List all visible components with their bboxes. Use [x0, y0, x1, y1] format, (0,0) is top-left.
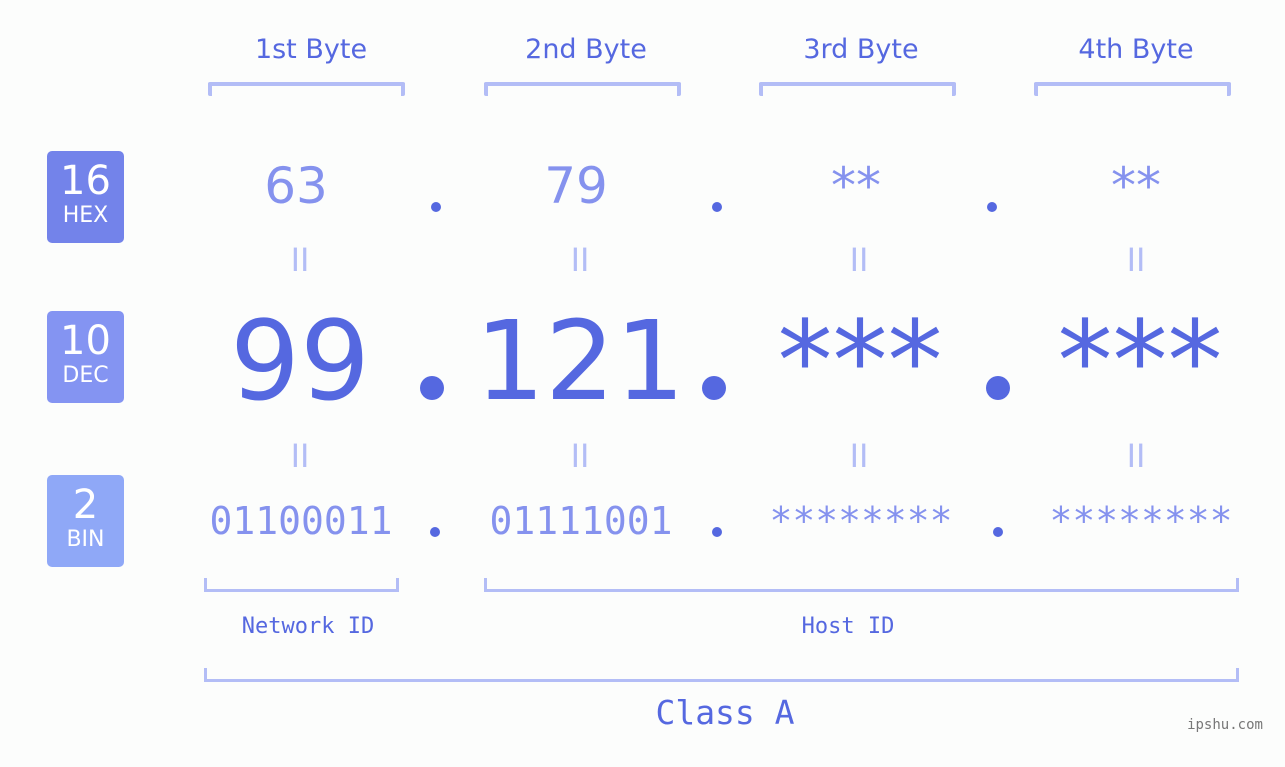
byte-header-4: 4th Byte — [1078, 34, 1194, 65]
dec-separator-dot — [986, 376, 1010, 400]
class-bracket — [204, 668, 1239, 682]
byte-bracket-4 — [1034, 82, 1231, 96]
hex-badge-number: 16 — [60, 158, 111, 204]
equals-icon: II — [570, 241, 590, 279]
byte-header-3: 3rd Byte — [803, 34, 919, 65]
hex-separator-dot — [712, 202, 722, 212]
bin-badge-label: BIN — [66, 527, 105, 552]
dec-byte-2: 121 — [475, 297, 685, 425]
hex-byte-3: ** — [831, 157, 881, 215]
bin-byte-4: ******** — [1049, 499, 1233, 543]
hex-byte-2: 79 — [544, 157, 608, 215]
equals-icon: II — [849, 241, 869, 279]
dec-byte-1: 99 — [230, 297, 370, 425]
bin-byte-1: 01100011 — [209, 499, 393, 543]
host-id-bracket — [484, 578, 1239, 592]
bin-byte-2: 01111001 — [489, 499, 673, 543]
equals-icon: II — [1126, 437, 1146, 475]
dec-byte-4: *** — [1057, 297, 1223, 425]
byte-bracket-1 — [208, 82, 405, 96]
host-id-label: Host ID — [801, 614, 895, 639]
bin-badge-number: 2 — [72, 482, 99, 528]
byte-bracket-3 — [759, 82, 956, 96]
bin-separator-dot — [712, 527, 722, 537]
bin-separator-dot — [430, 527, 440, 537]
bin-separator-dot — [993, 527, 1003, 537]
hex-badge: 16 HEX — [47, 151, 124, 243]
equals-icon: II — [290, 241, 310, 279]
network-id-bracket — [204, 578, 399, 592]
watermark: ipshu.com — [1187, 717, 1263, 733]
dec-byte-3: *** — [777, 297, 943, 425]
hex-byte-1: 63 — [264, 157, 328, 215]
bin-byte-3: ******** — [769, 499, 953, 543]
dec-badge: 10 DEC — [47, 311, 124, 403]
byte-header-1: 1st Byte — [254, 34, 368, 65]
equals-icon: II — [290, 437, 310, 475]
hex-badge-label: HEX — [62, 203, 109, 228]
dec-badge-label: DEC — [62, 363, 109, 388]
class-label: Class A — [655, 693, 795, 732]
equals-icon: II — [849, 437, 869, 475]
equals-icon: II — [570, 437, 590, 475]
dec-separator-dot — [420, 376, 444, 400]
bin-badge: 2 BIN — [47, 475, 124, 567]
hex-separator-dot — [431, 202, 441, 212]
dec-separator-dot — [702, 376, 726, 400]
hex-separator-dot — [987, 202, 997, 212]
byte-bracket-2 — [484, 82, 681, 96]
network-id-label: Network ID — [241, 614, 375, 639]
hex-byte-4: ** — [1111, 157, 1161, 215]
dec-badge-number: 10 — [60, 318, 111, 364]
byte-header-2: 2nd Byte — [525, 34, 647, 65]
equals-icon: II — [1126, 241, 1146, 279]
